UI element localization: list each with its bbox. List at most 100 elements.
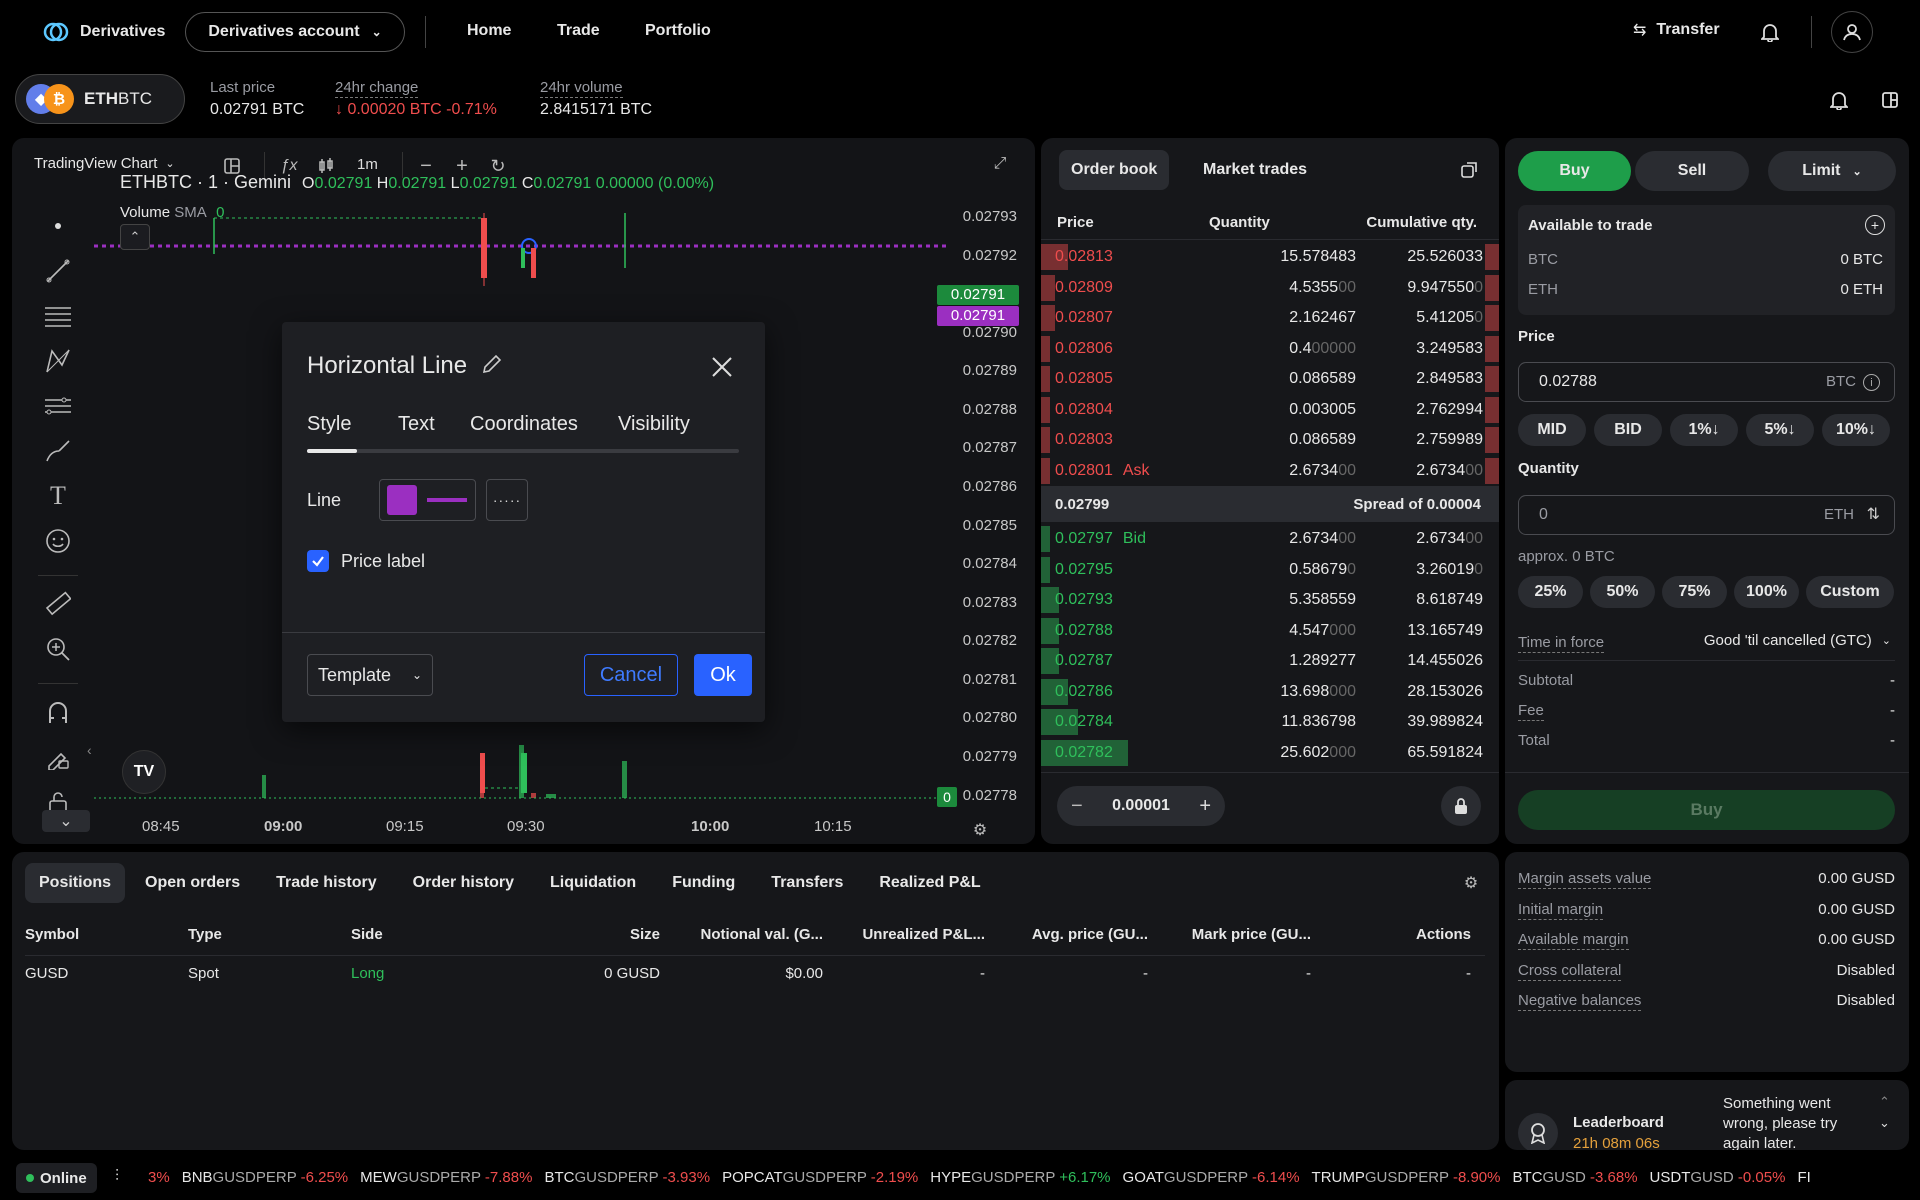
- swap-units-icon[interactable]: ⇅: [1867, 504, 1880, 524]
- chevron-left-icon[interactable]: ‹: [87, 742, 92, 758]
- checkbox-checked-icon[interactable]: [307, 550, 329, 572]
- ticker-item[interactable]: TRUMPGUSDPERP -8.90%: [1312, 1169, 1501, 1186]
- volume-label[interactable]: 24hr volume: [540, 79, 623, 98]
- leaderboard-title[interactable]: Leaderboard: [1573, 1114, 1664, 1131]
- orderbook-row[interactable]: 0.02805 0.086589 2.849583: [1041, 364, 1499, 394]
- qty-25-button[interactable]: 25%: [1518, 576, 1583, 608]
- price-label-option[interactable]: Price label: [307, 550, 425, 572]
- magnet-icon[interactable]: [40, 694, 76, 730]
- order-type-dropdown[interactable]: Limit ⌄: [1768, 151, 1896, 191]
- template-dropdown[interactable]: Template ⌄: [307, 654, 433, 696]
- minus-10pct-button[interactable]: 10%↓: [1822, 414, 1890, 446]
- user-icon[interactable]: [1831, 11, 1873, 53]
- ticker-item[interactable]: USDTGUSD -0.05%: [1650, 1169, 1786, 1186]
- fib-lines-icon[interactable]: [40, 298, 76, 334]
- transfer-button[interactable]: ⇆ Transfer: [1633, 20, 1720, 40]
- info-icon[interactable]: i: [1863, 374, 1880, 391]
- orderbook-row[interactable]: 0.02788 4.547000 13.165749: [1041, 616, 1499, 646]
- ticker-item[interactable]: BNBGUSDPERP -6.25%: [182, 1169, 348, 1186]
- ticker-item[interactable]: BTCGUSD -3.68%: [1513, 1169, 1638, 1186]
- settings-gear-icon[interactable]: ⚙: [1460, 872, 1482, 894]
- lock-icon[interactable]: [1441, 786, 1481, 826]
- margin-label[interactable]: Margin assets value: [1518, 870, 1652, 889]
- tab-market-trades[interactable]: Market trades: [1191, 150, 1319, 190]
- pencil-icon[interactable]: [481, 353, 503, 380]
- mid-button[interactable]: MID: [1518, 414, 1586, 446]
- ticker-item[interactable]: GOATGUSDPERP -6.14%: [1123, 1169, 1300, 1186]
- text-tool-icon[interactable]: T: [40, 478, 76, 514]
- settings-gear-icon[interactable]: ⚙: [968, 818, 992, 842]
- market-selector[interactable]: ◆ ₿ ETHBTC: [15, 74, 185, 124]
- collapse-legend-icon[interactable]: ⌃: [120, 224, 150, 250]
- nav-home[interactable]: Home: [467, 22, 511, 40]
- tab-liquidation[interactable]: Liquidation: [534, 863, 652, 903]
- minus-5pct-button[interactable]: 5%↓: [1746, 414, 1814, 446]
- orderbook-row[interactable]: 0.02795 0.586790 3.260190: [1041, 555, 1499, 585]
- line-color-picker[interactable]: [379, 479, 476, 521]
- sliders-icon[interactable]: ⫶: [115, 1168, 119, 1186]
- orderbook-row[interactable]: 0.02782 25.602000 65.591824: [1041, 738, 1499, 768]
- margin-label[interactable]: Cross collateral: [1518, 962, 1622, 981]
- prediction-icon[interactable]: [40, 388, 76, 424]
- margin-label[interactable]: Initial margin: [1518, 901, 1604, 920]
- margin-label[interactable]: Negative balances: [1518, 992, 1642, 1011]
- qty-100-button[interactable]: 100%: [1734, 576, 1799, 608]
- tab-text[interactable]: Text: [398, 413, 435, 436]
- ticker-item[interactable]: BTCGUSDPERP -3.93%: [544, 1169, 710, 1186]
- orderbook-row[interactable]: 0.02793 5.358559 8.618749: [1041, 585, 1499, 615]
- qty-custom-button[interactable]: Custom: [1806, 576, 1894, 608]
- tick-size-stepper[interactable]: − 0.00001 +: [1057, 786, 1225, 826]
- orderbook-row[interactable]: 0.02787 1.289277 14.455026: [1041, 646, 1499, 676]
- price-input[interactable]: 0.02788 BTC i: [1518, 362, 1895, 402]
- orderbook-row[interactable]: 0.02813 15.578483 25.526033: [1041, 242, 1499, 272]
- tab-open-orders[interactable]: Open orders: [129, 863, 256, 903]
- ticker-item[interactable]: POPCATGUSDPERP -2.19%: [722, 1169, 918, 1186]
- tab-realized-pnl[interactable]: Realized P&L: [863, 863, 996, 903]
- nav-trade[interactable]: Trade: [557, 22, 600, 40]
- tab-order-book[interactable]: Order book: [1059, 150, 1170, 190]
- pattern-icon[interactable]: [40, 343, 76, 379]
- bid-button[interactable]: BID: [1594, 414, 1662, 446]
- tab-style[interactable]: Style: [307, 413, 351, 436]
- bell-icon[interactable]: [1756, 18, 1784, 46]
- emoji-icon[interactable]: [40, 523, 76, 559]
- quantity-input[interactable]: 0 ETH ⇅: [1518, 495, 1895, 535]
- popout-icon[interactable]: [1457, 158, 1481, 182]
- cursor-dot-icon[interactable]: [40, 208, 76, 244]
- minus-icon[interactable]: −: [1071, 795, 1083, 818]
- orderbook-row[interactable]: 0.02801 Ask 2.673400 2.673400: [1041, 456, 1499, 486]
- time-axis[interactable]: 08:45 09:00 09:15 09:30 10:00 10:15: [94, 818, 949, 842]
- table-row[interactable]: GUSD Spot Long 0 GUSD $0.00 - - - -: [25, 965, 1485, 989]
- tab-funding[interactable]: Funding: [656, 863, 751, 903]
- ok-button[interactable]: Ok: [694, 654, 752, 696]
- submit-buy-button[interactable]: Buy: [1518, 790, 1895, 830]
- collapse-toolbar-icon[interactable]: ⌄: [42, 810, 90, 832]
- orderbook-row[interactable]: 0.02797 Bid 2.673400 2.673400: [1041, 524, 1499, 554]
- chevron-up-icon[interactable]: ⌃: [1879, 1094, 1890, 1110]
- brush-icon[interactable]: [40, 433, 76, 469]
- bell-add-icon[interactable]: [1825, 88, 1853, 112]
- tab-positions[interactable]: Positions: [25, 863, 126, 903]
- change-label[interactable]: 24hr change: [335, 79, 419, 98]
- tradingview-logo[interactable]: TV: [122, 750, 166, 794]
- plus-icon[interactable]: +: [1199, 795, 1211, 818]
- chevron-down-icon[interactable]: ⌄: [1879, 1115, 1890, 1131]
- tab-coordinates[interactable]: Coordinates: [470, 413, 578, 436]
- qty-75-button[interactable]: 75%: [1662, 576, 1727, 608]
- nav-portfolio[interactable]: Portfolio: [645, 22, 711, 40]
- tif-label[interactable]: Time in force: [1518, 634, 1605, 653]
- account-selector[interactable]: Derivatives account ⌄: [185, 12, 405, 52]
- margin-label[interactable]: Available margin: [1518, 931, 1629, 950]
- buy-tab[interactable]: Buy: [1518, 151, 1631, 191]
- tab-trade-history[interactable]: Trade history: [260, 863, 392, 903]
- ticker-item[interactable]: MEWGUSDPERP -7.88%: [360, 1169, 532, 1186]
- tab-transfers[interactable]: Transfers: [755, 863, 859, 903]
- minus-1pct-button[interactable]: 1%↓: [1670, 414, 1738, 446]
- cancel-button[interactable]: Cancel: [584, 654, 678, 696]
- orderbook-row[interactable]: 0.02804 0.003005 2.762994: [1041, 395, 1499, 425]
- orderbook-row[interactable]: 0.02784 11.836798 39.989824: [1041, 707, 1499, 737]
- fee-label[interactable]: Fee: [1518, 702, 1544, 721]
- qty-50-button[interactable]: 50%: [1590, 576, 1655, 608]
- price-axis[interactable]: 0.02793 0.02792 0.02790 0.02789 0.02788 …: [932, 168, 1035, 808]
- orderbook-row[interactable]: 0.02786 13.698000 28.153026: [1041, 677, 1499, 707]
